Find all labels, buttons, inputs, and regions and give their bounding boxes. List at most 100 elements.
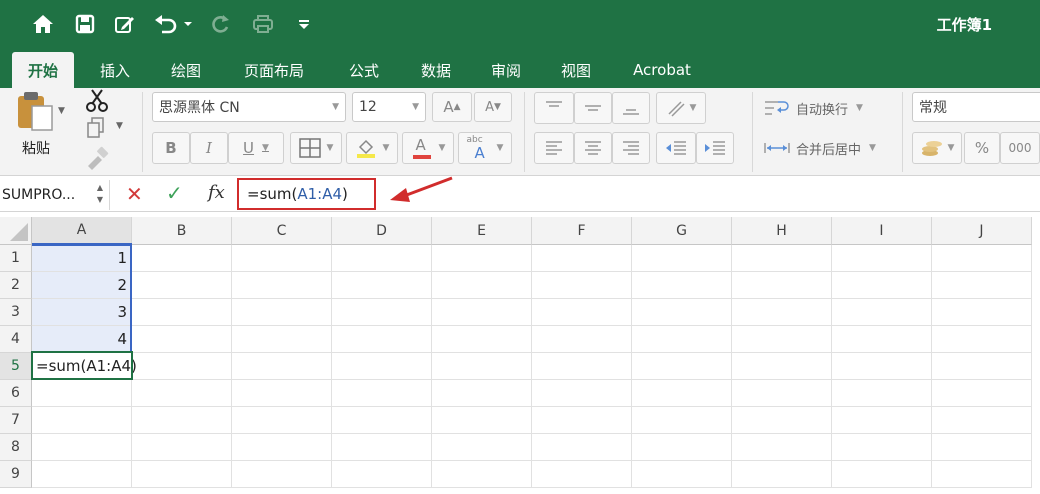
column-header-j[interactable]: J	[932, 217, 1032, 245]
row-header-3[interactable]: 3	[0, 299, 32, 326]
cell-i6[interactable]	[832, 380, 932, 407]
row-header-5[interactable]: 5	[0, 353, 32, 380]
cell-g1[interactable]	[632, 245, 732, 272]
cell-e4[interactable]	[432, 326, 532, 353]
select-all-corner[interactable]	[0, 217, 32, 245]
number-format-select[interactable]: 常规	[912, 92, 1040, 122]
cell-g5[interactable]	[632, 353, 732, 380]
cell-g8[interactable]	[632, 434, 732, 461]
cell-e6[interactable]	[432, 380, 532, 407]
cell-e7[interactable]	[432, 407, 532, 434]
cell-j8[interactable]	[932, 434, 1032, 461]
cell-b4[interactable]	[132, 326, 232, 353]
borders-button[interactable]: ▼	[290, 132, 342, 164]
align-left-icon[interactable]	[534, 132, 574, 164]
cell-j3[interactable]	[932, 299, 1032, 326]
cell-d9[interactable]	[332, 461, 432, 488]
name-box[interactable]: SUMPRO... ▲ ▼	[0, 180, 110, 210]
increase-indent-icon[interactable]	[696, 132, 734, 164]
tab-review[interactable]: 审阅	[480, 52, 532, 88]
bold-button[interactable]: B	[152, 132, 190, 164]
formula-input[interactable]: =sum(A1:A4)	[237, 178, 376, 210]
cell-j9[interactable]	[932, 461, 1032, 488]
cell-d3[interactable]	[332, 299, 432, 326]
column-header-c[interactable]: C	[232, 217, 332, 245]
cell-f2[interactable]	[532, 272, 632, 299]
edit-icon[interactable]	[110, 8, 140, 40]
phonetic-button[interactable]: abc A ▼	[458, 132, 512, 164]
print-icon[interactable]	[248, 8, 278, 40]
cancel-icon[interactable]: ✕	[126, 182, 143, 206]
column-header-g[interactable]: G	[632, 217, 732, 245]
orientation-button[interactable]: ▼	[656, 92, 706, 124]
column-header-i[interactable]: I	[832, 217, 932, 245]
redo-icon[interactable]	[206, 8, 236, 40]
font-size-select[interactable]: 12 ▼	[352, 92, 426, 122]
copy-icon[interactable]	[84, 116, 108, 140]
cell-b6[interactable]	[132, 380, 232, 407]
cell-f5[interactable]	[532, 353, 632, 380]
align-middle-icon[interactable]	[574, 92, 612, 124]
cell-f4[interactable]	[532, 326, 632, 353]
cell-i7[interactable]	[832, 407, 932, 434]
cell-g7[interactable]	[632, 407, 732, 434]
cell-a8[interactable]	[32, 434, 132, 461]
font-color-button[interactable]: A ▼	[402, 132, 454, 164]
cell-b3[interactable]	[132, 299, 232, 326]
row-header-1[interactable]: 1	[0, 245, 32, 272]
accounting-format-button[interactable]: ▼	[912, 132, 962, 164]
cell-h2[interactable]	[732, 272, 832, 299]
home-icon[interactable]	[28, 8, 58, 40]
cell-f9[interactable]	[532, 461, 632, 488]
column-header-e[interactable]: E	[432, 217, 532, 245]
cell-c8[interactable]	[232, 434, 332, 461]
cell-b1[interactable]	[132, 245, 232, 272]
cell-j4[interactable]	[932, 326, 1032, 353]
font-name-select[interactable]: 思源黑体 CN ▼	[152, 92, 346, 122]
column-header-b[interactable]: B	[132, 217, 232, 245]
comma-style-button[interactable]: 000	[1000, 132, 1040, 164]
name-box-stepper-icon[interactable]: ▲ ▼	[97, 182, 103, 206]
cell-g3[interactable]	[632, 299, 732, 326]
cell-i4[interactable]	[832, 326, 932, 353]
cell-c6[interactable]	[232, 380, 332, 407]
cell-h3[interactable]	[732, 299, 832, 326]
fill-color-button[interactable]: ▼	[346, 132, 398, 164]
cell-h4[interactable]	[732, 326, 832, 353]
cell-f8[interactable]	[532, 434, 632, 461]
paste-dropdown-icon[interactable]: ▼	[58, 106, 65, 116]
cell-b2[interactable]	[132, 272, 232, 299]
cell-j2[interactable]	[932, 272, 1032, 299]
cell-c1[interactable]	[232, 245, 332, 272]
cell-g9[interactable]	[632, 461, 732, 488]
save-icon[interactable]	[70, 8, 100, 40]
cell-j5[interactable]	[932, 353, 1032, 380]
insert-function-icon[interactable]: fx	[208, 182, 225, 203]
tab-page-layout[interactable]: 页面布局	[232, 52, 316, 88]
cell-e5[interactable]	[432, 353, 532, 380]
customize-dropdown-icon[interactable]	[292, 8, 316, 40]
column-header-d[interactable]: D	[332, 217, 432, 245]
row-header-7[interactable]: 7	[0, 407, 32, 434]
cell-a6[interactable]	[32, 380, 132, 407]
row-header-9[interactable]: 9	[0, 461, 32, 488]
cell-c9[interactable]	[232, 461, 332, 488]
align-top-icon[interactable]	[534, 92, 574, 124]
cell-d5[interactable]	[332, 353, 432, 380]
cell-a7[interactable]	[32, 407, 132, 434]
underline-button[interactable]: U ▼	[228, 132, 284, 164]
cell-d1[interactable]	[332, 245, 432, 272]
decrease-indent-icon[interactable]	[656, 132, 696, 164]
cell-i2[interactable]	[832, 272, 932, 299]
align-center-icon[interactable]	[574, 132, 612, 164]
cell-c3[interactable]	[232, 299, 332, 326]
cell-h1[interactable]	[732, 245, 832, 272]
cell-c7[interactable]	[232, 407, 332, 434]
cell-i8[interactable]	[832, 434, 932, 461]
cell-b8[interactable]	[132, 434, 232, 461]
tab-acrobat[interactable]: Acrobat	[622, 52, 702, 88]
tab-home[interactable]: 开始	[12, 52, 74, 88]
cell-i3[interactable]	[832, 299, 932, 326]
cell-c2[interactable]	[232, 272, 332, 299]
cell-f7[interactable]	[532, 407, 632, 434]
